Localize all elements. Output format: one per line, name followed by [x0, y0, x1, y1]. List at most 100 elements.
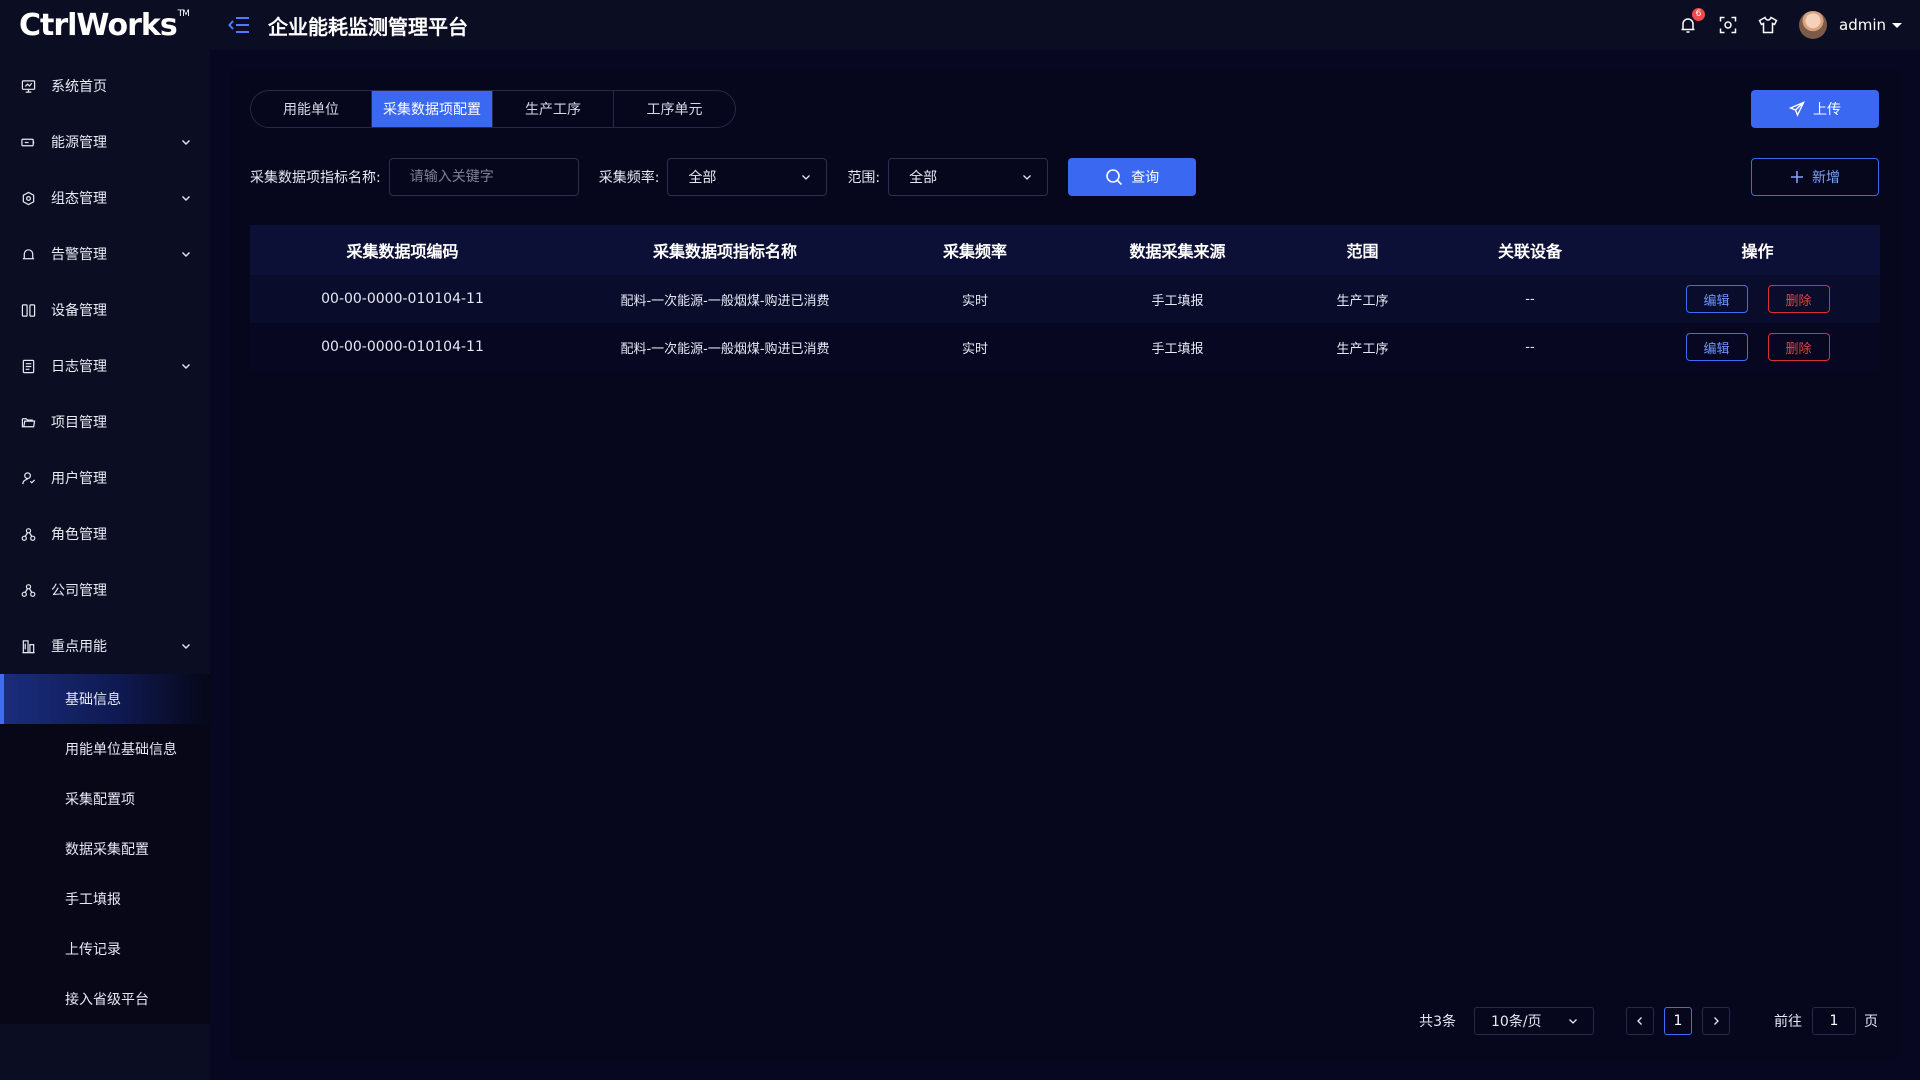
bell-icon [20, 246, 36, 262]
device-icon [20, 302, 36, 318]
tab-bar: 用能单位 采集数据项配置 生产工序 工序单元 [250, 90, 736, 128]
sidebar-item-label: 能源管理 [51, 135, 107, 151]
column-header-device: 关联设备 [1497, 242, 1562, 261]
page-size-select[interactable]: 10条/页 [1474, 1007, 1594, 1035]
next-page-button[interactable] [1702, 1007, 1730, 1035]
company-icon [20, 582, 36, 598]
search-icon [1106, 169, 1123, 186]
prev-page-button[interactable] [1626, 1007, 1654, 1035]
notification-badge: 6 [1692, 8, 1705, 21]
cell-device: -- [1525, 291, 1535, 307]
chevron-down-icon [182, 196, 190, 201]
sidebar-item-config[interactable]: 组态管理 [0, 170, 210, 226]
frequency-select-value: 全部 [688, 170, 717, 186]
sidebar-subitem-data-collect-config[interactable]: 数据采集配置 [0, 824, 210, 874]
send-icon [1789, 101, 1805, 117]
chevron-right-icon [1714, 1017, 1719, 1025]
page-number-button[interactable]: 1 [1664, 1007, 1692, 1035]
edit-button[interactable]: 编辑 [1685, 333, 1748, 361]
table-header: 采集数据项编码 采集数据项指标名称 采集频率 数据采集来源 范围 关联设备 操作 [250, 225, 1880, 275]
scope-select[interactable]: 全部 [888, 158, 1049, 196]
edit-button[interactable]: 编辑 [1685, 285, 1748, 313]
sidebar-item-alarm[interactable]: 告警管理 [0, 226, 210, 282]
theme-shirt-icon[interactable] [1757, 14, 1779, 36]
sidebar-subitem-upload-records[interactable]: 上传记录 [0, 924, 210, 974]
sidebar-item-label: 设备管理 [51, 303, 107, 319]
user-name[interactable]: admin [1839, 16, 1886, 34]
chevron-down-icon [182, 644, 190, 649]
sidebar-item-label: 系统首页 [51, 79, 107, 95]
sidebar-item-label: 项目管理 [51, 415, 107, 431]
sidebar-subitem-unit-basic-info[interactable]: 用能单位基础信息 [0, 724, 210, 774]
page-size-value: 10条/页 [1491, 1014, 1542, 1030]
sidebar-item-label: 用户管理 [51, 471, 107, 487]
sidebar-item-label: 公司管理 [51, 583, 107, 599]
frequency-select[interactable]: 全部 [667, 158, 828, 196]
cube-icon [20, 190, 36, 206]
sidebar-item-label: 日志管理 [51, 359, 107, 375]
sidebar-item-role[interactable]: 角色管理 [0, 506, 210, 562]
delete-button[interactable]: 删除 [1767, 333, 1830, 361]
building-icon [20, 638, 36, 654]
sidebar-item-user[interactable]: 用户管理 [0, 450, 210, 506]
user-caret-icon[interactable] [1892, 22, 1902, 28]
name-search-input[interactable] [388, 158, 579, 196]
cell-name: 配料-一次能源-一般烟煤-购进已消费 [620, 293, 830, 309]
add-button[interactable]: 新增 [1751, 158, 1879, 196]
sidebar-subitem-provincial-platform[interactable]: 接入省级平台 [0, 974, 210, 1024]
column-header-actions: 操作 [1741, 242, 1774, 261]
chevron-down-icon [1569, 1019, 1577, 1024]
frequency-filter-label: 采集频率: [598, 170, 660, 186]
page-unit-label: 页 [1864, 1014, 1878, 1030]
upload-button-label: 上传 [1813, 102, 1841, 118]
sidebar-item-company[interactable]: 公司管理 [0, 562, 210, 618]
sidebar-item-device[interactable]: 设备管理 [0, 282, 210, 338]
battery-icon [20, 134, 36, 150]
tab-process-unit[interactable]: 工序单元 [614, 91, 735, 127]
pagination-total: 共3条 [1419, 1014, 1456, 1030]
tab-collect-data-item-config[interactable]: 采集数据项配置 [372, 91, 493, 127]
column-header-scope: 范围 [1346, 242, 1379, 261]
sidebar-subitem-basic-info[interactable]: 基础信息 [0, 674, 210, 724]
cell-scope: 生产工序 [1336, 293, 1389, 309]
sidebar-item-key-energy[interactable]: 重点用能 [0, 618, 210, 674]
scope-select-value: 全部 [909, 170, 938, 186]
sidebar-item-energy[interactable]: 能源管理 [0, 114, 210, 170]
chevron-down-icon [182, 252, 190, 257]
delete-button[interactable]: 删除 [1767, 285, 1830, 313]
cell-name: 配料-一次能源-一般烟煤-购进已消费 [620, 341, 830, 357]
fullscreen-icon[interactable] [1717, 14, 1739, 36]
tab-production-process[interactable]: 生产工序 [493, 91, 614, 127]
menu-fold-icon[interactable] [227, 13, 251, 37]
sidebar-item-home[interactable]: 系统首页 [0, 58, 210, 114]
query-button[interactable]: 查询 [1068, 158, 1197, 196]
chevron-down-icon [1023, 175, 1032, 180]
cell-scope: 生产工序 [1336, 341, 1389, 357]
brand-logo[interactable]: CtrlWorks TM [0, 0, 210, 50]
data-table: 采集数据项编码 采集数据项指标名称 采集频率 数据采集来源 范围 关联设备 操作… [250, 225, 1880, 371]
table-row: 00-00-0000-010104-11 配料-一次能源-一般烟煤-购进已消费 … [250, 275, 1880, 323]
name-filter-label: 采集数据项指标名称: [250, 170, 381, 186]
chevron-down-icon [182, 140, 190, 145]
role-icon [20, 526, 36, 542]
tab-energy-unit[interactable]: 用能单位 [251, 91, 372, 127]
cell-device: -- [1525, 339, 1535, 355]
upload-button[interactable]: 上传 [1751, 90, 1879, 128]
sidebar-item-log[interactable]: 日志管理 [0, 338, 210, 394]
brand-logo-text: CtrlWorks [19, 7, 178, 43]
column-header-name: 采集数据项指标名称 [652, 242, 797, 261]
pagination: 共3条 10条/页 1 前往 页 [1419, 1007, 1878, 1035]
cell-code: 00-00-0000-010104-11 [321, 291, 484, 307]
cell-source: 手工填报 [1151, 341, 1204, 357]
sidebar-subitem-collect-config-item[interactable]: 采集配置项 [0, 774, 210, 824]
sidebar-item-project[interactable]: 项目管理 [0, 394, 210, 450]
column-header-frequency: 采集频率 [942, 242, 1007, 261]
cell-code: 00-00-0000-010104-11 [321, 339, 484, 355]
filter-bar: 采集数据项指标名称: 采集频率: 全部 范围: 全部 查询 [250, 158, 1197, 196]
sidebar-menu: 系统首页 能源管理 组态管理 告警管理 设备管理 日志管理 项目管理 用户管理 … [0, 58, 210, 674]
sidebar-subitem-manual-entry[interactable]: 手工填报 [0, 874, 210, 924]
notification-bell-icon[interactable]: 6 [1677, 8, 1705, 36]
avatar[interactable] [1799, 11, 1827, 39]
goto-page-input[interactable] [1812, 1007, 1856, 1035]
sidebar-item-label: 组态管理 [51, 191, 107, 207]
